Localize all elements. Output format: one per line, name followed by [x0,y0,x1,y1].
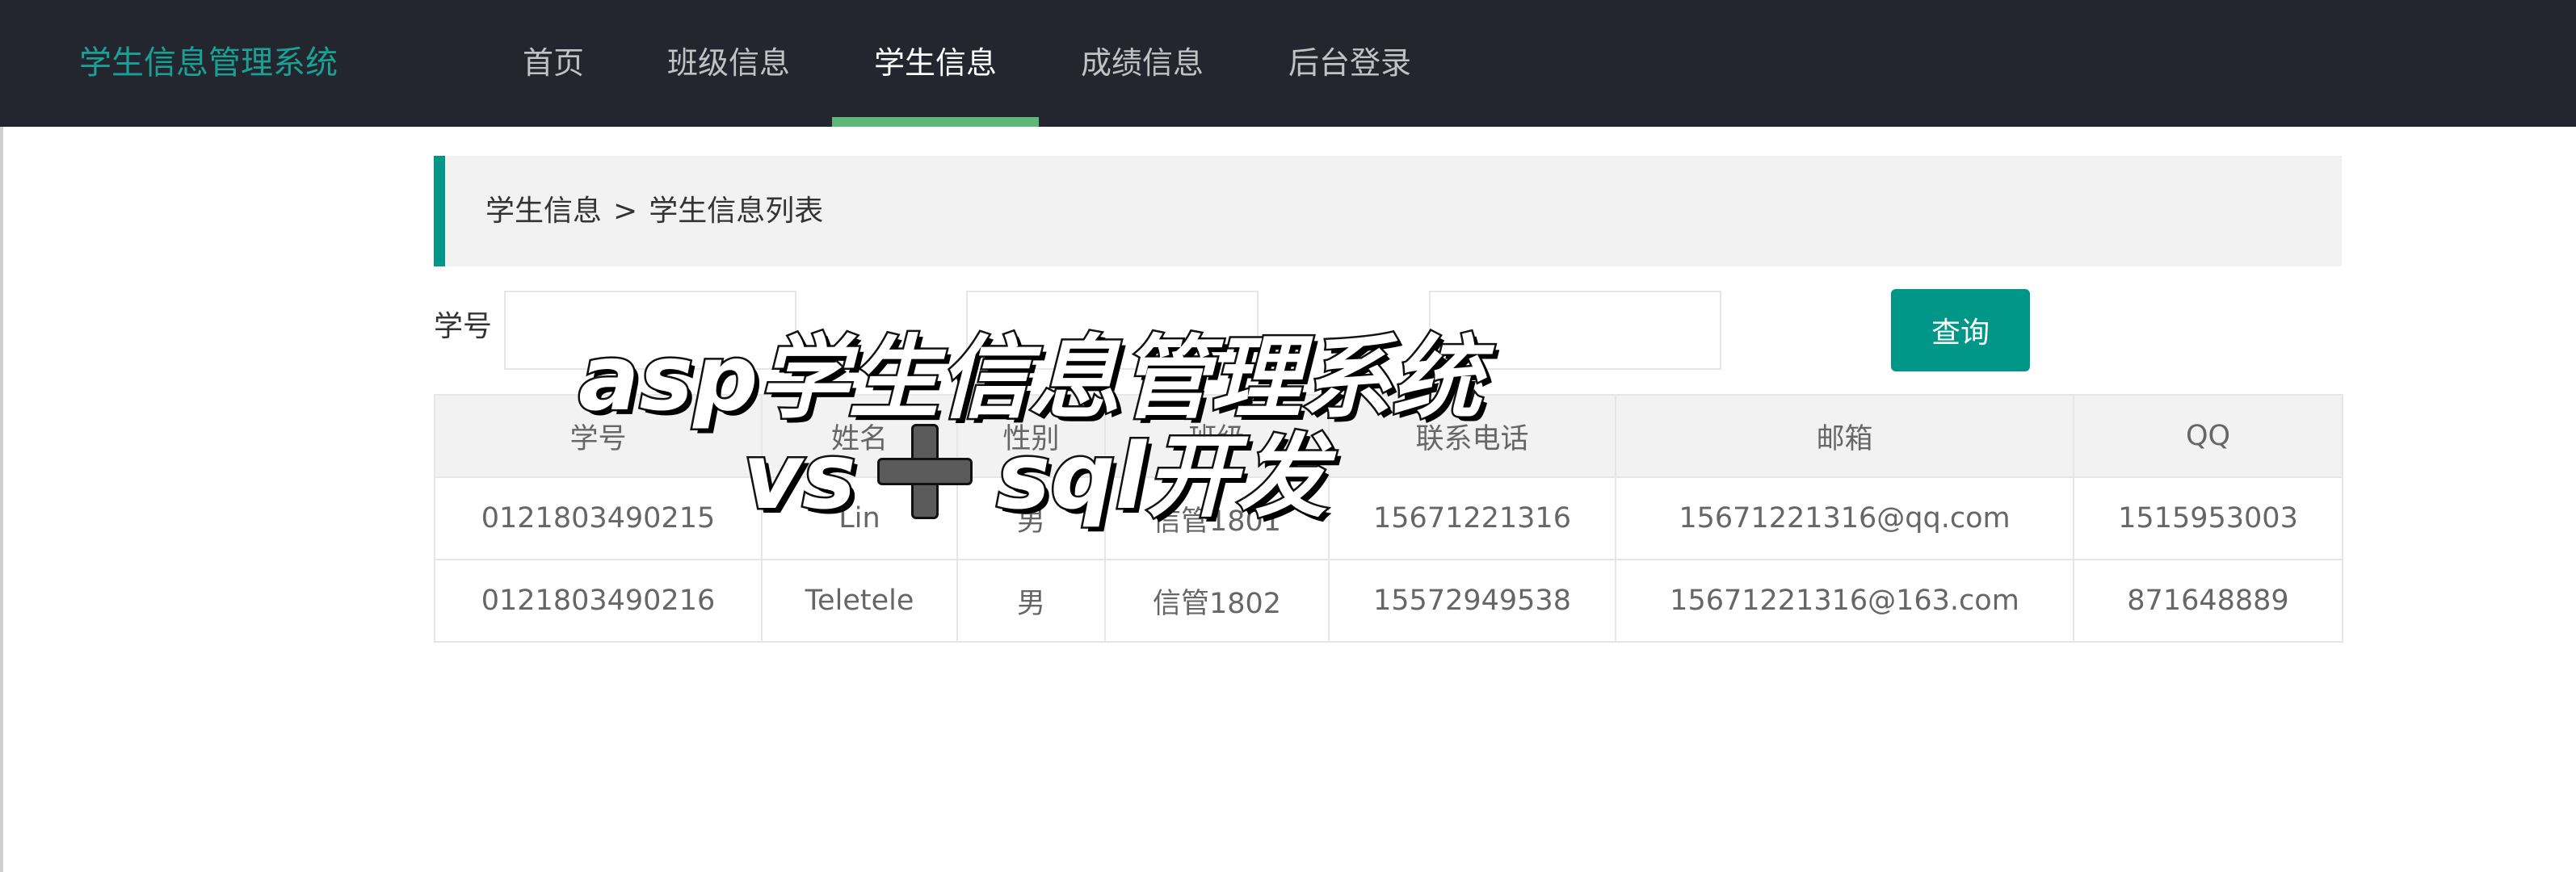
breadcrumb-text: 学生信息 > 学生信息列表 [485,156,823,266]
window-edge [0,0,3,872]
student-id-label: 学号 [434,310,493,343]
cell-name: Teletele [761,559,958,643]
breadcrumb-separator: > [613,195,638,228]
breadcrumb: 学生信息 > 学生信息列表 [434,156,2342,266]
breadcrumb-parent[interactable]: 学生信息 [485,195,602,228]
plus-icon [876,424,973,519]
header-email: 邮箱 [1615,394,2074,478]
table-row: 0121803490216 Teletele 男 信管1802 15572949… [434,559,2343,643]
cell-qq: 871648889 [2073,559,2343,643]
header-qq: QQ [2073,394,2343,478]
query-button[interactable]: 查询 [1891,289,2030,371]
nav-item-class-info[interactable]: 班级信息 [648,0,809,127]
cell-student-id: 0121803490216 [434,559,763,643]
cell-email: 15671221316@qq.com [1615,476,2074,560]
top-navbar: 学生信息管理系统 首页 班级信息 学生信息 成绩信息 后台登录 [0,0,2576,127]
cell-gender: 男 [956,559,1106,643]
nav-active-indicator [832,117,1039,127]
nav-item-home[interactable]: 首页 [493,0,614,127]
overlay-line2-suffix: sql开发 [994,423,1329,532]
nav-item-score-info[interactable]: 成绩信息 [1061,0,1223,127]
cell-phone: 15572949538 [1328,559,1616,643]
table-row: 0121803490215 Lin 男 信管1801 15671221316 1… [434,476,2343,560]
cell-phone: 15671221316 [1328,476,1616,560]
nav-item-student-info[interactable]: 学生信息 [832,0,1039,127]
cell-email: 15671221316@163.com [1615,559,2074,643]
app-logo[interactable]: 学生信息管理系统 [79,39,338,87]
nav-item-admin-login[interactable]: 后台登录 [1269,0,1431,127]
breadcrumb-current: 学生信息列表 [649,195,824,228]
cell-class: 信管1802 [1104,559,1330,643]
cell-qq: 1515953003 [2073,476,2343,560]
overlay-line2-prefix: vs [742,423,859,532]
overlay-title-line2: vs sql开发 [742,404,1330,535]
cell-student-id: 0121803490215 [434,476,763,560]
